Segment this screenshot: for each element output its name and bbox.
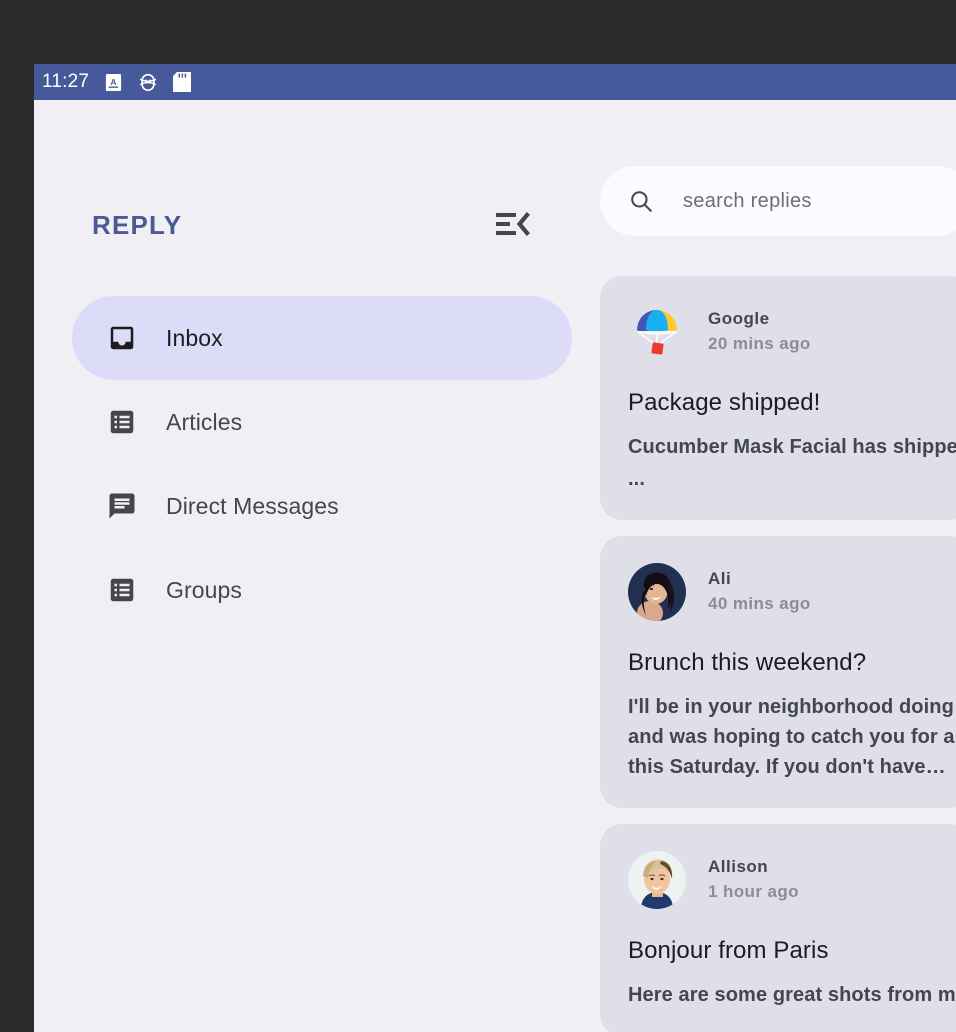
article-icon — [106, 574, 138, 606]
email-card[interactable]: Allison 1 hour ago Bonjour from Paris He… — [600, 824, 956, 1032]
avatar-parachute-illustration — [628, 303, 686, 361]
inbox-icon — [106, 322, 138, 354]
search-icon — [628, 188, 654, 214]
chat-icon — [106, 490, 138, 522]
app-body: REPLY Inb — [34, 100, 956, 1032]
email-card-header: Ali 40 mins ago — [628, 562, 948, 622]
device-frame: 11:27 A — [34, 64, 956, 1032]
timestamp: 20 mins ago — [708, 331, 811, 357]
sidebar-item-label: Articles — [166, 409, 242, 436]
search-input[interactable] — [681, 189, 925, 214]
sender-name: Google — [708, 307, 811, 331]
sidebar-item-direct-messages[interactable]: Direct Messages — [72, 464, 572, 548]
search-bar[interactable] — [600, 166, 956, 236]
avatar-photo-ali — [628, 563, 686, 621]
email-preview: Here are some great shots from my trip..… — [628, 980, 956, 1010]
app-title: REPLY — [92, 205, 182, 245]
email-preview-ellipsis: ... — [628, 464, 956, 494]
avatar-photo-allison — [628, 851, 686, 909]
status-clock: 11:27 — [42, 71, 89, 93]
content-pane: Google 20 mins ago Package shipped! Cucu… — [600, 100, 956, 1032]
email-card-header: Allison 1 hour ago — [628, 850, 948, 910]
email-preview: Cucumber Mask Facial has shipped. — [628, 432, 956, 462]
sender-name: Ali — [708, 567, 811, 591]
sidebar-item-groups[interactable]: Groups — [72, 548, 572, 632]
email-card[interactable]: Google 20 mins ago Package shipped! Cucu… — [600, 276, 956, 520]
sender-name: Allison — [708, 855, 799, 879]
email-card-meta: Ali 40 mins ago — [708, 567, 811, 617]
sidebar-item-inbox[interactable]: Inbox — [72, 296, 572, 380]
sidebar-item-articles[interactable]: Articles — [72, 380, 572, 464]
sd-card-icon — [173, 72, 191, 92]
email-subject: Bonjour from Paris — [628, 936, 948, 966]
email-card-meta: Allison 1 hour ago — [708, 855, 799, 905]
email-subject: Brunch this weekend? — [628, 648, 948, 678]
timestamp: 40 mins ago — [708, 591, 811, 617]
email-list: Google 20 mins ago Package shipped! Cucu… — [600, 276, 956, 1032]
email-card-header: Google 20 mins ago — [628, 302, 948, 362]
keyboard-indicator-icon: A — [104, 73, 123, 92]
menu-open-icon[interactable] — [494, 207, 532, 241]
sidebar-item-label: Groups — [166, 577, 242, 604]
article-icon — [106, 406, 138, 438]
android-debug-icon — [138, 72, 158, 92]
nav-list: Inbox Articles D — [72, 296, 572, 632]
email-preview: I'll be in your neighborhood doing erran… — [628, 692, 956, 782]
timestamp: 1 hour ago — [708, 879, 799, 905]
email-card-meta: Google 20 mins ago — [708, 307, 811, 357]
sidebar-item-label: Direct Messages — [166, 493, 339, 520]
navigation-panel: REPLY Inb — [34, 100, 600, 1032]
nav-header: REPLY — [92, 205, 542, 245]
svg-text:A: A — [111, 76, 117, 86]
email-card[interactable]: Ali 40 mins ago Brunch this weekend? I'l… — [600, 536, 956, 808]
status-bar: 11:27 A — [34, 64, 956, 100]
email-subject: Package shipped! — [628, 388, 948, 418]
sidebar-item-label: Inbox — [166, 325, 223, 352]
